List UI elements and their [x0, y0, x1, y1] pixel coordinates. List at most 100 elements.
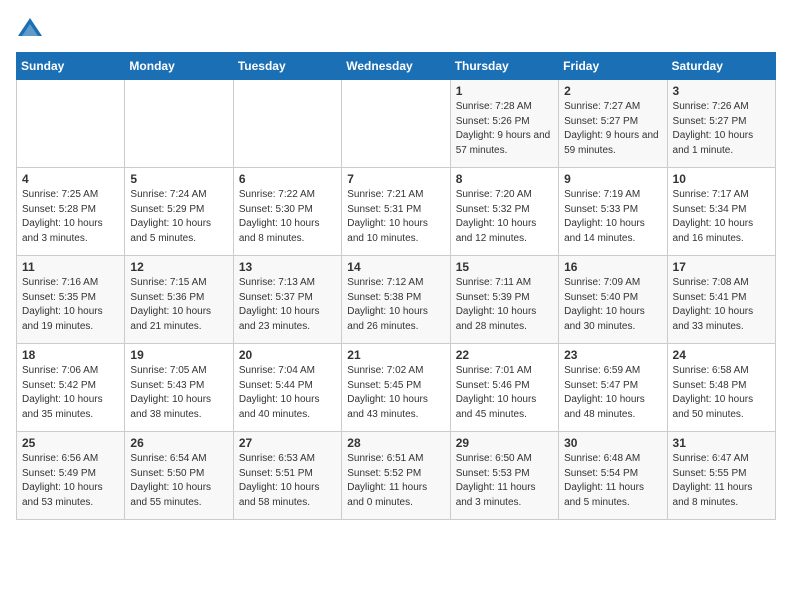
- day-number: 2: [564, 84, 661, 98]
- calendar-cell: 14 Sunrise: 7:12 AMSunset: 5:38 PMDayligh…: [342, 256, 450, 344]
- weekday-header-wednesday: Wednesday: [342, 53, 450, 80]
- calendar-cell: 11 Sunrise: 7:16 AMSunset: 5:35 PMDayligh…: [17, 256, 125, 344]
- day-info: Sunrise: 6:48 AMSunset: 5:54 PMDaylight:…: [564, 452, 661, 510]
- calendar-cell: 16 Sunrise: 7:09 AMSunset: 5:40 PMDayligh…: [559, 256, 667, 344]
- calendar-cell: 15 Sunrise: 7:11 AMSunset: 5:39 PMDayligh…: [450, 256, 558, 344]
- day-info: Sunrise: 7:28 AMSunset: 5:26 PMDaylight:…: [456, 100, 553, 158]
- day-info: Sunrise: 6:58 AMSunset: 5:48 PMDaylight:…: [673, 364, 770, 422]
- calendar-cell: 29 Sunrise: 6:50 AMSunset: 5:53 PMDayligh…: [450, 432, 558, 520]
- weekday-header-friday: Friday: [559, 53, 667, 80]
- day-info: Sunrise: 6:59 AMSunset: 5:47 PMDaylight:…: [564, 364, 661, 422]
- calendar-cell: 23 Sunrise: 6:59 AMSunset: 5:47 PMDayligh…: [559, 344, 667, 432]
- weekday-header-saturday: Saturday: [667, 53, 775, 80]
- calendar-cell: 30 Sunrise: 6:48 AMSunset: 5:54 PMDayligh…: [559, 432, 667, 520]
- calendar-cell: 9Sunrise: 7:19 AMSunset: 5:33 PMDaylight…: [559, 168, 667, 256]
- calendar-week-3: 11 Sunrise: 7:16 AMSunset: 5:35 PMDayligh…: [17, 256, 776, 344]
- day-number: 23: [564, 348, 661, 362]
- day-info: Sunrise: 6:53 AMSunset: 5:51 PMDaylight:…: [239, 452, 336, 510]
- day-number: 6: [239, 172, 336, 186]
- calendar-cell: 6 Sunrise: 7:22 AMSunset: 5:30 PMDaylight…: [233, 168, 341, 256]
- day-info: Sunrise: 7:21 AMSunset: 5:31 PMDaylight:…: [347, 188, 444, 246]
- day-number: 15: [456, 260, 553, 274]
- day-info: Sunrise: 7:25 AMSunset: 5:28 PMDaylight:…: [22, 188, 119, 246]
- day-info: Sunrise: 7:04 AMSunset: 5:44 PMDaylight:…: [239, 364, 336, 422]
- calendar-cell: [233, 80, 341, 168]
- day-info: Sunrise: 7:24 AMSunset: 5:29 PMDaylight:…: [130, 188, 227, 246]
- day-number: 11: [22, 260, 119, 274]
- day-info: Sunrise: 7:16 AMSunset: 5:35 PMDaylight:…: [22, 276, 119, 334]
- day-number: 31: [673, 436, 770, 450]
- day-info: Sunrise: 7:09 AMSunset: 5:40 PMDaylight:…: [564, 276, 661, 334]
- day-number: 29: [456, 436, 553, 450]
- day-number: 14: [347, 260, 444, 274]
- day-number: 26: [130, 436, 227, 450]
- day-number: 21: [347, 348, 444, 362]
- day-number: 17: [673, 260, 770, 274]
- day-info: Sunrise: 7:13 AMSunset: 5:37 PMDaylight:…: [239, 276, 336, 334]
- calendar-cell: 17 Sunrise: 7:08 AMSunset: 5:41 PMDayligh…: [667, 256, 775, 344]
- day-number: 25: [22, 436, 119, 450]
- calendar-cell: [342, 80, 450, 168]
- calendar-cell: 7 Sunrise: 7:21 AMSunset: 5:31 PMDaylight…: [342, 168, 450, 256]
- calendar-cell: 12 Sunrise: 7:15 AMSunset: 5:36 PMDayligh…: [125, 256, 233, 344]
- logo-icon: [16, 16, 44, 44]
- calendar-cell: 21 Sunrise: 7:02 AMSunset: 5:45 PMDayligh…: [342, 344, 450, 432]
- logo: [16, 16, 48, 44]
- day-info: Sunrise: 7:02 AMSunset: 5:45 PMDaylight:…: [347, 364, 444, 422]
- day-number: 18: [22, 348, 119, 362]
- calendar-cell: 24 Sunrise: 6:58 AMSunset: 5:48 PMDayligh…: [667, 344, 775, 432]
- calendar-cell: 28Sunrise: 6:51 AMSunset: 5:52 PMDayligh…: [342, 432, 450, 520]
- calendar-cell: 27Sunrise: 6:53 AMSunset: 5:51 PMDayligh…: [233, 432, 341, 520]
- day-info: Sunrise: 7:22 AMSunset: 5:30 PMDaylight:…: [239, 188, 336, 246]
- weekday-header-sunday: Sunday: [17, 53, 125, 80]
- day-number: 16: [564, 260, 661, 274]
- calendar-cell: 2 Sunrise: 7:27 AMSunset: 5:27 PMDaylight…: [559, 80, 667, 168]
- day-info: Sunrise: 6:56 AMSunset: 5:49 PMDaylight:…: [22, 452, 119, 510]
- day-info: Sunrise: 6:50 AMSunset: 5:53 PMDaylight:…: [456, 452, 553, 510]
- calendar-week-4: 18 Sunrise: 7:06 AMSunset: 5:42 PMDayligh…: [17, 344, 776, 432]
- day-info: Sunrise: 6:51 AMSunset: 5:52 PMDaylight:…: [347, 452, 444, 510]
- day-number: 4: [22, 172, 119, 186]
- day-info: Sunrise: 7:06 AMSunset: 5:42 PMDaylight:…: [22, 364, 119, 422]
- day-info: Sunrise: 7:01 AMSunset: 5:46 PMDaylight:…: [456, 364, 553, 422]
- day-number: 22: [456, 348, 553, 362]
- calendar-cell: 22 Sunrise: 7:01 AMSunset: 5:46 PMDayligh…: [450, 344, 558, 432]
- day-info: Sunrise: 6:54 AMSunset: 5:50 PMDaylight:…: [130, 452, 227, 510]
- day-number: 13: [239, 260, 336, 274]
- weekday-header-thursday: Thursday: [450, 53, 558, 80]
- calendar-week-5: 25 Sunrise: 6:56 AMSunset: 5:49 PMDayligh…: [17, 432, 776, 520]
- calendar-cell: 20 Sunrise: 7:04 AMSunset: 5:44 PMDayligh…: [233, 344, 341, 432]
- calendar-cell: 25 Sunrise: 6:56 AMSunset: 5:49 PMDayligh…: [17, 432, 125, 520]
- calendar-cell: 4 Sunrise: 7:25 AMSunset: 5:28 PMDaylight…: [17, 168, 125, 256]
- day-number: 1: [456, 84, 553, 98]
- weekday-header-monday: Monday: [125, 53, 233, 80]
- day-info: Sunrise: 6:47 AMSunset: 5:55 PMDaylight:…: [673, 452, 770, 510]
- day-info: Sunrise: 7:12 AMSunset: 5:38 PMDaylight:…: [347, 276, 444, 334]
- calendar-cell: 31 Sunrise: 6:47 AMSunset: 5:55 PMDayligh…: [667, 432, 775, 520]
- calendar-cell: [125, 80, 233, 168]
- calendar-cell: 1 Sunrise: 7:28 AMSunset: 5:26 PMDaylight…: [450, 80, 558, 168]
- calendar-table: SundayMondayTuesdayWednesdayThursdayFrid…: [16, 52, 776, 520]
- day-info: Sunrise: 7:17 AMSunset: 5:34 PMDaylight:…: [673, 188, 770, 246]
- day-number: 12: [130, 260, 227, 274]
- weekday-header-row: SundayMondayTuesdayWednesdayThursdayFrid…: [17, 53, 776, 80]
- day-number: 20: [239, 348, 336, 362]
- day-info: Sunrise: 7:08 AMSunset: 5:41 PMDaylight:…: [673, 276, 770, 334]
- day-info: Sunrise: 7:26 AMSunset: 5:27 PMDaylight:…: [673, 100, 770, 158]
- weekday-header-tuesday: Tuesday: [233, 53, 341, 80]
- day-number: 30: [564, 436, 661, 450]
- calendar-cell: 3 Sunrise: 7:26 AMSunset: 5:27 PMDaylight…: [667, 80, 775, 168]
- calendar-cell: 18 Sunrise: 7:06 AMSunset: 5:42 PMDayligh…: [17, 344, 125, 432]
- day-number: 24: [673, 348, 770, 362]
- day-info: Sunrise: 7:11 AMSunset: 5:39 PMDaylight:…: [456, 276, 553, 334]
- day-number: 7: [347, 172, 444, 186]
- page-header: [16, 16, 776, 44]
- calendar-week-2: 4 Sunrise: 7:25 AMSunset: 5:28 PMDaylight…: [17, 168, 776, 256]
- day-info: Sunrise: 7:15 AMSunset: 5:36 PMDaylight:…: [130, 276, 227, 334]
- day-number: 10: [673, 172, 770, 186]
- day-info: Sunrise: 7:20 AMSunset: 5:32 PMDaylight:…: [456, 188, 553, 246]
- day-number: 8: [456, 172, 553, 186]
- day-number: 3: [673, 84, 770, 98]
- calendar-cell: 5Sunrise: 7:24 AMSunset: 5:29 PMDaylight…: [125, 168, 233, 256]
- day-info: Sunrise: 7:27 AMSunset: 5:27 PMDaylight:…: [564, 100, 661, 158]
